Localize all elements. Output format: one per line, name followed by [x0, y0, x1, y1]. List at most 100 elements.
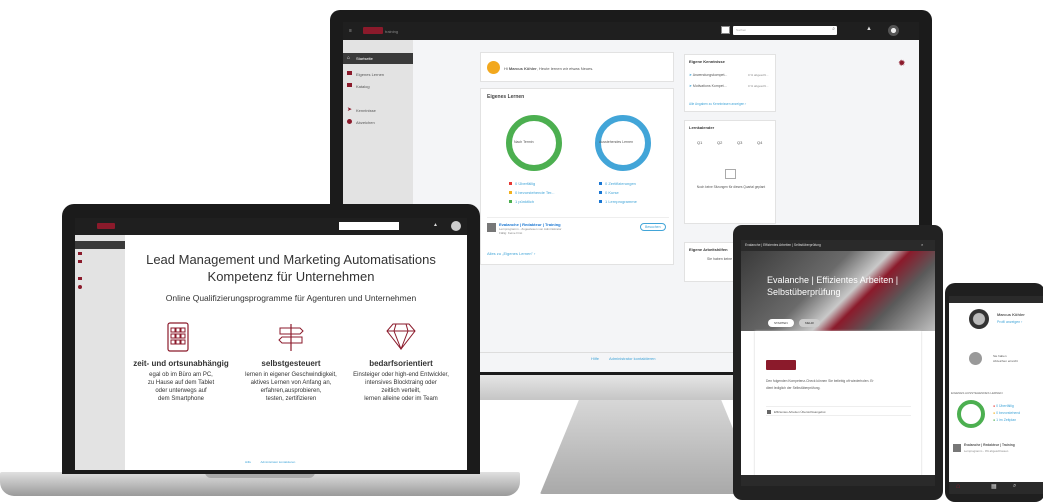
- sidebar-item-startseite[interactable]: [75, 241, 125, 249]
- help-link[interactable]: Hilfe: [591, 356, 599, 361]
- tab-q3[interactable]: Q3: [737, 140, 742, 145]
- phone-screen: Marcus Köhler Profil anzeigen › Sie habe…: [949, 296, 1043, 494]
- feature-line: intensives Blocktraing oder: [365, 380, 437, 386]
- tab-q4[interactable]: Q4: [757, 140, 762, 145]
- monitor-topbar: ≡ training Suchen ⌕ ▲: [343, 22, 919, 40]
- card-title: Eigene Kenntnisse: [689, 59, 725, 64]
- profile-link[interactable]: Profil anzeigen ›: [997, 320, 1022, 324]
- feature-line: erfahren,ausprobieren,: [260, 388, 322, 394]
- legend-right: 0 Zertifizierungen 0 Kurse 1 Lernprogram…: [599, 181, 637, 204]
- learning-item[interactable]: Evalanche | Redakteur | Training Lernpro…: [487, 217, 669, 237]
- lernkalender-card: Lernkalender Q1 Q2 Q3 Q4 Noch keine Sitz…: [684, 120, 776, 224]
- avatar[interactable]: [451, 221, 461, 231]
- tab-q1[interactable]: Q1: [697, 140, 702, 145]
- topbar-title: Evalanche | Effizientes Arbeiten | Selbs…: [745, 243, 821, 247]
- feature-line: testen, zertifizieren: [265, 396, 317, 402]
- feature-line: lernen in eigener Geschwindigkeit,: [245, 372, 337, 378]
- tablet-topbar: Evalanche | Effizientes Arbeiten | Selbs…: [741, 240, 935, 251]
- row-icon: [767, 410, 771, 414]
- welcome-text: Hi Marcus Köhler, Heute lernen wir etwas…: [504, 66, 594, 71]
- sidebar-item-abzeichen[interactable]: Abzeichen: [343, 117, 413, 127]
- legend-item[interactable]: ● 0 Überfällig: [993, 404, 1014, 408]
- tablet-bottombar: [741, 475, 935, 486]
- tab-q2[interactable]: Q2: [717, 140, 722, 145]
- sidebar-item-katalog[interactable]: Katalog: [343, 81, 413, 91]
- help-link[interactable]: Hilfe: [245, 460, 251, 464]
- avatar[interactable]: [969, 309, 989, 329]
- kenntnis-row[interactable]: ➤ Anwendungskompet...: [689, 73, 727, 77]
- tablet-screen: Evalanche | Effizientes Arbeiten | Selbs…: [741, 240, 935, 486]
- legend-item[interactable]: ● 1 im Zeitplan: [993, 418, 1016, 422]
- sidebar-item-katalog[interactable]: [78, 260, 82, 263]
- brand-logo: [766, 360, 796, 370]
- settings-icon[interactable]: ✹: [898, 58, 906, 69]
- landing-content: Lead Management und Marketing Automatisa…: [127, 240, 455, 448]
- calendar-empty: Noch keine Sitzungen für dieses Quartal …: [696, 185, 766, 189]
- home-icon[interactable]: ⌂: [956, 483, 960, 490]
- calendar-icon: [725, 169, 736, 179]
- search-input[interactable]: [339, 222, 399, 230]
- bell-icon[interactable]: ▲: [433, 222, 438, 228]
- sidebar-item-kenntnisse[interactable]: [78, 277, 82, 280]
- feature-line: dem Smartphone: [157, 396, 205, 402]
- search-icon[interactable]: ⌕: [1013, 483, 1016, 490]
- more-button[interactable]: MEHR: [799, 319, 820, 327]
- legend-item[interactable]: 1 Lernprogramme: [599, 199, 637, 204]
- laptop-sidebar: [75, 235, 125, 470]
- start-button[interactable]: STARTEN: [768, 319, 794, 327]
- besuchen-button[interactable]: Besuchen: [640, 223, 666, 231]
- legend-item[interactable]: 0 Zertifizierungen: [599, 181, 637, 186]
- kenntnisse-link[interactable]: Alle Angaben zu Kenntnissen anzeigen ›: [689, 102, 746, 106]
- arbeitshilfen-text: Sie haben keine: [707, 257, 733, 261]
- content-card: Den folgenden Kompetenz-Check können Sie…: [755, 331, 921, 481]
- search-input[interactable]: Suchen ⌕: [733, 26, 837, 35]
- body-text-1: Den folgenden Kompetenz-Check können Sie…: [766, 379, 874, 383]
- card-title: Eigene Arbeitshilfen: [689, 247, 728, 252]
- sidebar-item-kenntnisse[interactable]: ➤ Kenntnisse: [343, 105, 413, 115]
- laptop-footer: Hilfe Administrator kontaktieren: [245, 450, 295, 468]
- legend-item[interactable]: 1 pünktlich: [509, 199, 555, 204]
- feature-title: selbstgesteuert: [261, 359, 321, 368]
- grid-icon[interactable]: [721, 26, 730, 34]
- sidebar-item-eigenes-lernen[interactable]: [78, 252, 82, 255]
- sidebar-item-abzeichen[interactable]: [78, 285, 82, 289]
- item-title: Evalanche | Redakteur | Training: [964, 443, 1015, 447]
- eigenes-lernen-card: Eigenes Lernen Nach Termin Ausstehendes …: [480, 88, 674, 265]
- item-sub: Lernprogramm - 0% abgeschlossen: [964, 449, 1009, 453]
- legend-item[interactable]: 0 bevorstehende Ter...: [509, 190, 555, 195]
- brand-suffix: training: [385, 29, 399, 34]
- kenntnisse-card: Eigene Kenntnisse ➤ Anwendungskompet... …: [684, 54, 776, 112]
- subline: Online Qualifizierungsprogramme für Agen…: [165, 293, 417, 303]
- legend-item[interactable]: 0 Überfällig: [509, 181, 555, 186]
- grid-icon[interactable]: ▦: [991, 483, 997, 490]
- legend-item[interactable]: 0 Kurse: [599, 190, 637, 195]
- sidebar-item-startseite[interactable]: ⌂ Startseite: [343, 53, 413, 64]
- section-title: EIGENES AUSSTEHENDES LERNEN: [951, 391, 1003, 395]
- menu-icon[interactable]: ≡: [349, 28, 352, 34]
- course-row[interactable]: Effizientes Arbeiten Übersichtsangebot: [766, 406, 911, 416]
- phone-grid-icon: [167, 322, 189, 352]
- sidebar-item-eigenes-lernen[interactable]: Eigenes Lernen: [343, 69, 413, 79]
- badge-text-2: Abzeichen erreicht: [993, 359, 1018, 363]
- bell-icon[interactable]: ▲: [866, 26, 872, 32]
- kenntnis-value: 0 % abgeschl...: [748, 73, 769, 77]
- admin-link[interactable]: Administrator kontaktieren: [609, 356, 655, 361]
- legend-item[interactable]: ● 0 bevorstehend: [993, 411, 1020, 415]
- feature-line: zeitlich verteilt,: [381, 388, 421, 394]
- feature-line: aktives Lernen von Anfang an,: [250, 380, 332, 386]
- signpost-icon: [278, 324, 304, 351]
- item-due: Fällig: Keine Frist: [499, 231, 523, 235]
- kenntnis-row[interactable]: ➤ Motivations Kompet...: [689, 84, 727, 88]
- hero-title-2: Selbstüberprüfung: [767, 287, 841, 297]
- kenntnis-value: 0 % abgeschl...: [748, 84, 769, 88]
- hero-title: Evalanche | Effizientes Arbeiten |: [767, 275, 899, 285]
- avatar[interactable]: [888, 25, 899, 36]
- admin-link[interactable]: Administrator kontaktieren: [260, 460, 295, 464]
- eigenes-lernen-link[interactable]: Alles zu „Eigenes Lernen" ›: [487, 251, 535, 256]
- card-title: Eigenes Lernen: [487, 94, 525, 100]
- headline-2: Kompetenz für Unternehmen: [207, 269, 375, 284]
- close-icon[interactable]: ×: [921, 242, 923, 247]
- phone-item[interactable]: Evalanche | Redakteur | Training Lernpro…: [953, 442, 1039, 456]
- row-label: Effizientes Arbeiten Übersichtsangebot: [774, 410, 826, 414]
- imac-stand: [540, 398, 760, 494]
